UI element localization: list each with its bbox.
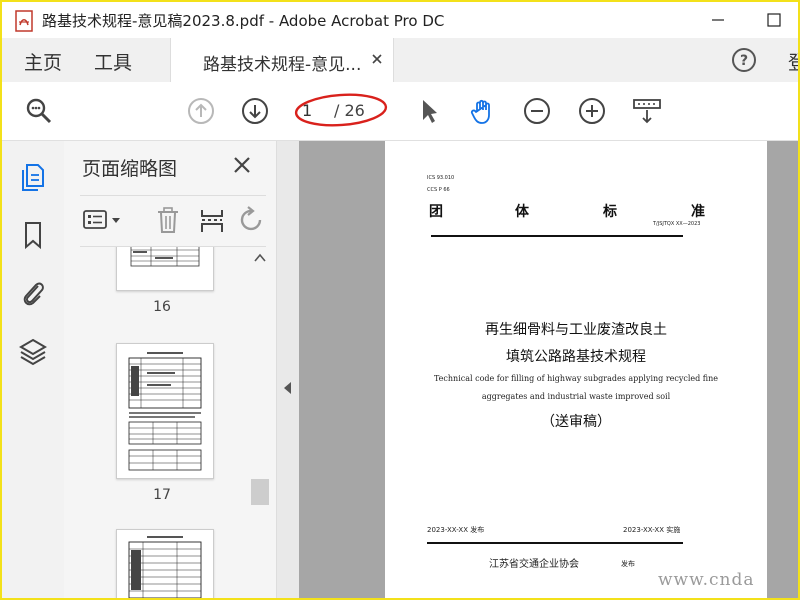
thumbnail-scrollbar[interactable] bbox=[250, 247, 270, 598]
pdf-page: ICS 93.010 CCS P 66 团 体 标 准 T/JSJTQX XX—… bbox=[385, 141, 767, 598]
thumbnail-list: 16 17 bbox=[64, 247, 250, 598]
scroll-mode-icon[interactable] bbox=[632, 96, 662, 126]
doc-title-line2: 填筑公路路基技术规程 bbox=[506, 349, 646, 365]
layers-icon[interactable] bbox=[18, 335, 48, 367]
ccs-code: CCS P 66 bbox=[427, 187, 450, 193]
thumbnail-16-label: 16 bbox=[153, 299, 171, 315]
panel-toolbar bbox=[80, 195, 266, 247]
watermark-text: www.cnda bbox=[658, 570, 755, 590]
navigation-rail bbox=[2, 141, 65, 598]
document-viewer: ICS 93.010 CCS P 66 团 体 标 准 T/JSJTQX XX—… bbox=[277, 141, 798, 598]
ics-code: ICS 93.010 bbox=[427, 175, 455, 181]
tab-tools[interactable]: 工具 bbox=[94, 48, 132, 75]
panel-title: 页面缩略图 bbox=[82, 158, 178, 180]
zoom-search-icon[interactable] bbox=[24, 96, 54, 126]
title-bar: 路基技术规程-意见稿2023.8.pdf - Adobe Acrobat Pro… bbox=[2, 2, 798, 38]
standard-char-2: 体 bbox=[515, 204, 529, 220]
thumbnail-page-16[interactable] bbox=[116, 247, 214, 291]
minimize-icon[interactable] bbox=[706, 8, 730, 32]
zoom-out-icon[interactable] bbox=[522, 96, 552, 126]
bookmark-icon[interactable] bbox=[18, 219, 48, 251]
close-panel-icon[interactable] bbox=[232, 155, 252, 175]
maximize-icon[interactable] bbox=[762, 8, 786, 32]
issue-label: 发布 bbox=[621, 560, 635, 568]
acrobat-app-icon bbox=[15, 10, 33, 32]
doc-english-line1: Technical code for filling of highway su… bbox=[433, 374, 719, 383]
hand-tool-icon[interactable] bbox=[468, 96, 498, 126]
thumbnail-17-content bbox=[128, 352, 202, 471]
close-tab-icon[interactable] bbox=[369, 51, 385, 67]
doc-draft-label: （送审稿） bbox=[541, 414, 611, 430]
tab-document[interactable]: 路基技术规程-意见... bbox=[170, 38, 394, 82]
page-thumbnails-icon[interactable] bbox=[18, 161, 48, 193]
document-tab-label: 路基技术规程-意见... bbox=[203, 55, 362, 75]
sign-in-link[interactable]: 登 bbox=[788, 48, 798, 75]
scroll-up-icon[interactable] bbox=[254, 253, 266, 263]
next-page-icon[interactable] bbox=[240, 96, 270, 126]
thumbnail-16-content bbox=[130, 247, 200, 267]
zoom-in-icon[interactable] bbox=[577, 96, 607, 126]
rotate-page-icon[interactable] bbox=[238, 206, 266, 234]
thumbnail-17-label: 17 bbox=[153, 487, 171, 503]
thumbnail-18-content bbox=[128, 536, 202, 598]
collapse-arrow-icon[interactable] bbox=[283, 381, 293, 395]
standard-char-4: 准 bbox=[691, 204, 705, 220]
attachment-icon[interactable] bbox=[18, 277, 48, 309]
select-cursor-icon[interactable] bbox=[414, 96, 444, 126]
insert-page-icon[interactable] bbox=[198, 206, 226, 234]
scrollbar-thumb[interactable] bbox=[251, 479, 269, 505]
header-rule bbox=[431, 235, 683, 237]
previous-page-icon[interactable] bbox=[186, 96, 216, 126]
annotation-circle bbox=[294, 93, 388, 127]
thumbnails-panel: 页面缩略图 16 17 bbox=[64, 141, 277, 598]
app-window: 路基技术规程-意见稿2023.8.pdf - Adobe Acrobat Pro… bbox=[0, 0, 800, 600]
thumbnail-options-icon[interactable] bbox=[82, 206, 126, 234]
panel-collapse-strip[interactable] bbox=[277, 141, 299, 598]
thumbnail-page-17[interactable] bbox=[116, 343, 214, 479]
doc-title-line1: 再生细骨料与工业废渣改良土 bbox=[485, 322, 667, 338]
doc-english-line2: aggregates and industrial waste improved… bbox=[481, 392, 671, 401]
svg-text:?: ? bbox=[740, 53, 748, 69]
thumbnail-page-18[interactable] bbox=[116, 529, 214, 598]
tab-home[interactable]: 主页 bbox=[24, 48, 62, 75]
window-title: 路基技术规程-意见稿2023.8.pdf - Adobe Acrobat Pro… bbox=[42, 12, 445, 30]
standard-code: T/JSJTQX XX—2023 bbox=[653, 221, 701, 227]
standard-char-3: 标 bbox=[603, 204, 617, 220]
footer-rule bbox=[427, 542, 683, 544]
standard-char-1: 团 bbox=[429, 204, 443, 220]
implementation-date: 2023-XX-XX 实施 bbox=[623, 526, 681, 534]
issuing-organization: 江苏省交通企业协会 bbox=[489, 559, 579, 570]
delete-page-icon[interactable] bbox=[154, 206, 182, 234]
tab-bar: 主页 工具 路基技术规程-意见... ? 登 bbox=[2, 38, 798, 82]
help-icon[interactable]: ? bbox=[730, 46, 758, 74]
toolbar: / 26 bbox=[2, 82, 798, 141]
issue-date: 2023-XX-XX 发布 bbox=[427, 526, 485, 534]
